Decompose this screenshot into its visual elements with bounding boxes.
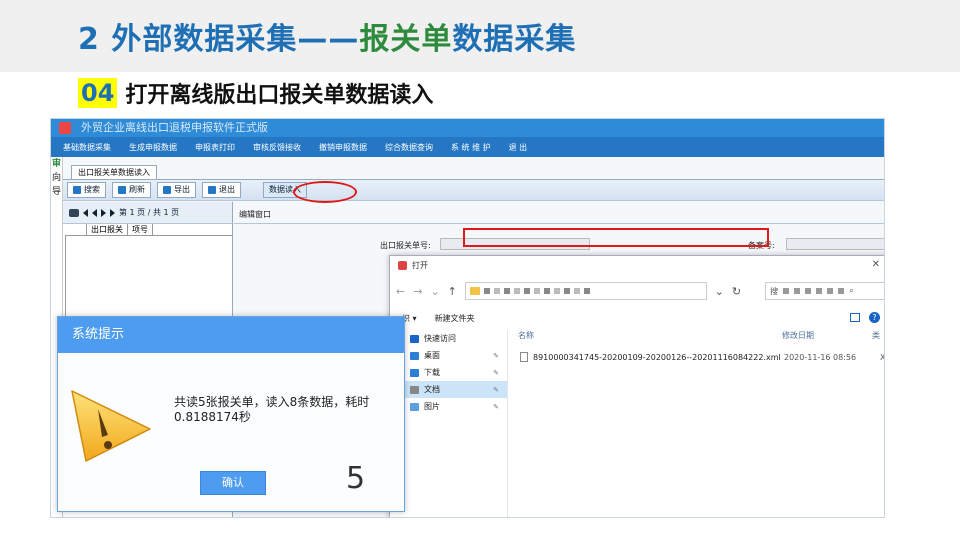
- tab-customs-read[interactable]: 出口报关单数据读入: [71, 165, 157, 179]
- sidebar-item-downloads[interactable]: 下载 ✎: [390, 364, 507, 381]
- col-item-no[interactable]: 项号: [128, 224, 153, 235]
- menu-item-query[interactable]: 综合数据查询: [385, 142, 433, 153]
- system-prompt-message: 共读5张报关单，读入8条数据，耗时0.8188174秒: [174, 395, 370, 424]
- file-search-input[interactable]: 搜 ⌕: [765, 282, 884, 300]
- new-folder-button[interactable]: 新建文件夹: [435, 313, 475, 324]
- menu-item-feedback[interactable]: 审核反馈接收: [253, 142, 301, 153]
- up-arrow-icon[interactable]: ↑: [448, 285, 457, 298]
- sidebar-item-quick-access[interactable]: 快速访问: [390, 330, 507, 347]
- menu-item-revoke[interactable]: 撤销申报数据: [319, 142, 367, 153]
- step-heading: 04 打开离线版出口报关单数据读入: [78, 78, 433, 108]
- page-indicator: 第 1 页 / 共 1 页: [119, 208, 180, 217]
- file-dialog-titlebar: 打开: [390, 256, 884, 274]
- system-prompt-body: 共读5张报关单，读入8条数据，耗时0.8188174秒 确认 5: [58, 353, 404, 511]
- sidebar-item-desktop[interactable]: 桌面 ✎: [390, 347, 507, 364]
- pin-icon: ✎: [493, 402, 499, 411]
- app-menubar: 基础数据采集 生成申报数据 申报表打印 审核反馈接收 撤销申报数据 综合数据查询…: [51, 137, 884, 157]
- app-icon: [398, 260, 407, 270]
- prev-page-icon[interactable]: [92, 208, 97, 217]
- file-open-dialog: 打开 ✕ ← → ⌄ ↑ ⌄ ↻ 搜 ⌕ 织 ▾ 新建文件夹 ? 快速访问 桌面…: [389, 255, 884, 517]
- export-button[interactable]: 导出: [157, 182, 196, 198]
- document-icon: [410, 385, 419, 394]
- menu-item-exit[interactable]: 退 出: [509, 142, 528, 153]
- search-icon: [73, 186, 81, 194]
- app-titlebar: 外贸企业离线出口退税申报软件正式版: [51, 119, 884, 137]
- last-page-icon[interactable]: [110, 208, 115, 217]
- edit-window-label: 编辑窗口: [239, 210, 271, 219]
- file-dialog-title: 打开: [412, 260, 428, 270]
- pin-icon: ✎: [493, 368, 499, 377]
- left-strip-char[interactable]: 审: [51, 157, 62, 171]
- first-page-icon[interactable]: [83, 208, 88, 217]
- customs-no-label: 出口报关单号:: [380, 241, 431, 250]
- step-badge: 04: [78, 78, 118, 108]
- file-dialog-sidebar: 快速访问 桌面 ✎ 下载 ✎ 文档 ✎ 图片 ✎: [390, 330, 508, 517]
- wrench-icon[interactable]: [69, 208, 79, 217]
- grid-header: 出口报关 项号: [65, 224, 232, 236]
- file-date: 2020-11-16 08:56: [784, 352, 857, 362]
- file-icon: [520, 352, 528, 362]
- file-dialog-commandbar: 织 ▾ 新建文件夹 ?: [390, 310, 884, 326]
- file-type: X: [880, 352, 885, 362]
- system-prompt-dialog: 系统提示 共读5张报关单，读入8条数据，耗时0.8188174秒 确认 5: [57, 316, 405, 512]
- star-icon: [410, 334, 419, 343]
- back-arrow-icon[interactable]: ←: [396, 285, 405, 298]
- record-no-input[interactable]: [786, 238, 884, 250]
- app-toolbar: 搜索 刷新 导出 退出 数据读入: [63, 179, 884, 201]
- file-name: 8910000341745-20200109-20200126--2020111…: [533, 352, 781, 362]
- next-page-icon[interactable]: [101, 208, 106, 217]
- help-icon[interactable]: ?: [869, 312, 880, 323]
- col-name[interactable]: 名称: [512, 330, 782, 344]
- exit-button[interactable]: 退出: [202, 182, 241, 198]
- menu-item-print[interactable]: 申报表打印: [195, 142, 235, 153]
- folder-icon: [469, 287, 480, 295]
- countdown-number: 5: [346, 461, 366, 496]
- warning-icon: [71, 390, 151, 462]
- file-dialog-nav: ← → ⌄ ↑ ⌄ ↻ 搜 ⌕: [390, 278, 884, 304]
- view-icon[interactable]: [850, 313, 860, 322]
- step-text: 打开离线版出口报关单数据读入: [125, 83, 434, 108]
- confirm-button[interactable]: 确认: [200, 471, 266, 495]
- highlight-oval: [293, 181, 357, 203]
- pager: 第 1 页 / 共 1 页: [63, 202, 232, 224]
- search-button[interactable]: 搜索: [67, 182, 106, 198]
- left-strip-char[interactable]: 向: [51, 171, 62, 185]
- file-list-header: 名称 修改日期 类: [512, 330, 884, 344]
- refresh-icon: [118, 186, 126, 194]
- col-type[interactable]: 类: [872, 330, 880, 344]
- refresh-button[interactable]: 刷新: [112, 182, 151, 198]
- download-icon: [410, 368, 419, 377]
- slide-title: 2 外部数据采集——报关单数据采集: [78, 14, 576, 58]
- menu-item-generate[interactable]: 生成申报数据: [129, 142, 177, 153]
- highlight-box: [463, 228, 769, 247]
- close-icon[interactable]: ✕: [872, 259, 880, 270]
- dropdown-icon[interactable]: ⌄: [715, 285, 724, 298]
- export-icon: [163, 186, 171, 194]
- title-highlight: 报关单: [359, 22, 453, 57]
- sidebar-item-documents[interactable]: 文档 ✎: [390, 381, 507, 398]
- forward-arrow-icon[interactable]: →: [413, 285, 422, 298]
- app-title: 外贸企业离线出口退税申报软件正式版: [81, 121, 268, 134]
- col-customs-no[interactable]: 出口报关: [87, 224, 128, 235]
- picture-icon: [410, 402, 419, 411]
- refresh-icon[interactable]: ↻: [732, 285, 741, 298]
- pin-icon: ✎: [493, 385, 499, 394]
- app-logo-icon: [59, 122, 71, 134]
- col-date[interactable]: 修改日期: [782, 330, 872, 344]
- address-bar[interactable]: [464, 282, 707, 300]
- exit-icon: [208, 186, 216, 194]
- sidebar-item-pictures[interactable]: 图片 ✎: [390, 398, 507, 415]
- left-strip-char[interactable]: 导: [51, 185, 62, 199]
- menu-item-basic-data[interactable]: 基础数据采集: [63, 142, 111, 153]
- menu-item-system[interactable]: 系 统 维 护: [451, 142, 491, 153]
- chevron-down-icon[interactable]: ⌄: [430, 285, 439, 298]
- file-row[interactable]: 8910000341745-20200109-20200126--2020111…: [514, 350, 884, 364]
- desktop-icon: [410, 351, 419, 360]
- system-prompt-title: 系统提示: [58, 317, 404, 353]
- title-part-3: 数据采集: [452, 22, 577, 57]
- pin-icon: ✎: [493, 351, 499, 360]
- title-part-1: 2 外部数据采集——: [78, 22, 360, 57]
- search-icon: ⌕: [849, 286, 854, 295]
